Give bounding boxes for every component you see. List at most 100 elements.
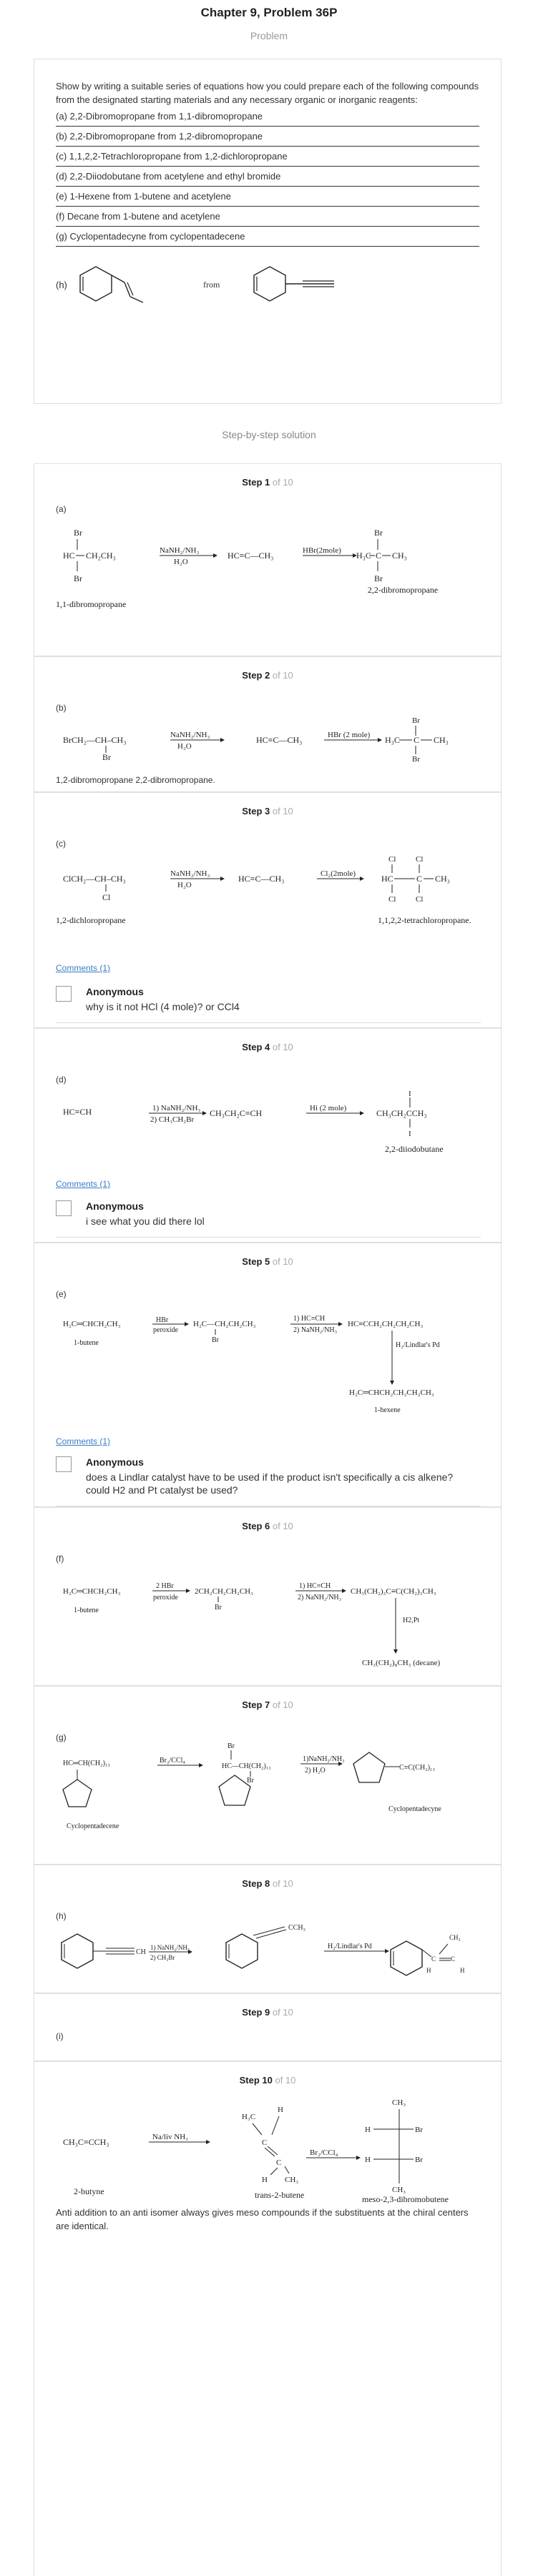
br-label: Br xyxy=(415,2156,423,2164)
br-label: Br xyxy=(74,573,82,583)
mid-label: 2CH₂CH₂CH₂CH₃ xyxy=(195,1587,253,1596)
alkyne-label: HC≡CCH₂CH₂CH₂CH₃ xyxy=(348,1320,423,1328)
step-5-reaction-icon: H₂C═CHCH₂CH₃ 1-butene HBr peroxide H₂C—C… xyxy=(63,1315,440,1414)
br-label: Br xyxy=(215,1604,222,1612)
alkyne-label: HC≡C—CH₃ xyxy=(256,735,302,745)
ch3-label: CH₃ xyxy=(285,2176,298,2184)
end-name: meso-2,3-dibromobutene xyxy=(362,2194,449,2204)
problem-box: Show by writing a suitable series of equ… xyxy=(34,59,502,404)
step-total: of 10 xyxy=(270,670,293,681)
h-label: H xyxy=(426,1967,431,1974)
comment-author: Anonymous xyxy=(86,986,144,997)
comments-link[interactable]: Comments (1) xyxy=(56,1179,110,1189)
comment: Anonymous why is it not HCl (4 mole)? or… xyxy=(56,986,481,1023)
step-number: Step 7 xyxy=(242,1699,270,1710)
reagent-label: 2) CH₃CH₂Br xyxy=(150,1115,194,1124)
comments-link[interactable]: Comments (1) xyxy=(56,1436,110,1446)
end-name: 2,2-diiodobutane xyxy=(385,1144,444,1154)
reagent-label: H₂/Lindlar's Pd xyxy=(396,1341,440,1349)
product-label: CH₃(CH₂)₈CH₃ (decane) xyxy=(362,1659,440,1667)
step-number: Step 4 xyxy=(242,1042,270,1052)
reagent-label: HBr(2mole) xyxy=(303,546,341,555)
reagent-label: 1) NaNH₂/NH₃ xyxy=(152,1104,200,1112)
br-label: Br xyxy=(102,752,111,762)
question-g: (g) Cyclopentadecyne from cyclopentadece… xyxy=(56,227,479,247)
problem-intro: Show by writing a suitable series of equ… xyxy=(56,81,479,105)
step-total: of 10 xyxy=(270,806,293,816)
reagent-label: 2) CH₃Br xyxy=(150,1954,175,1961)
product-label: C≡C(CH₂)₁₃ xyxy=(399,1764,435,1772)
avatar xyxy=(56,1456,72,1472)
h3c-label: H₃C xyxy=(356,551,371,561)
target-structure-icon xyxy=(79,266,144,303)
carbon-label: C xyxy=(451,1955,455,1963)
step-4: Step 4 of 10 (d) HC≡CH 1) NaNH₂/NH₃ 2) C… xyxy=(34,1028,502,1243)
part-label: (i) xyxy=(56,2031,64,2041)
comment: Anonymous does a Lindlar catalyst have t… xyxy=(56,1456,481,1506)
ch3-label: CH₃ xyxy=(392,2186,406,2194)
comments-link[interactable]: Comments (1) xyxy=(56,963,110,973)
part-label: (c) xyxy=(56,839,66,849)
step-6: Step 6 of 10 (f) H₂C═CHCH₂CH₃ 1-butene 2… xyxy=(34,1507,502,1686)
question-h-label: (h) xyxy=(56,279,67,290)
step-total: of 10 xyxy=(270,2007,293,2018)
br-label: Br xyxy=(374,573,383,583)
step-number: Step 2 xyxy=(242,670,270,681)
ch-label: CH xyxy=(136,1948,146,1956)
br-label: Br xyxy=(415,2126,423,2134)
chain-label: CH₂CH₃ xyxy=(86,551,116,561)
start-label: BrCH₂—CH–CH₃ xyxy=(63,735,126,745)
h-label: H xyxy=(278,2106,283,2114)
step-9-header: Step 9 of 10 xyxy=(34,1994,501,2018)
step-total: of 10 xyxy=(270,1042,293,1052)
step-1-header: Step 1 of 10 xyxy=(34,464,501,488)
product-label: CH₃CH₂CCH₃ xyxy=(376,1108,427,1118)
problem-heading: Problem xyxy=(250,30,288,41)
reagent-label: H2,Pt xyxy=(403,1617,419,1624)
step-number: Step 8 xyxy=(242,1878,270,1889)
comment-author: Anonymous xyxy=(86,1200,144,1212)
reagent-label: HBr xyxy=(156,1316,169,1324)
start-label: ClCH₂—CH–CH₃ xyxy=(63,874,126,884)
end-name: 1,1,2,2-tetrachloropropane. xyxy=(378,915,471,925)
mid-label: HC—CH(CH₂)₁₃ xyxy=(222,1762,271,1770)
carbon-label: C xyxy=(414,735,419,745)
step-2-header: Step 2 of 10 xyxy=(34,657,501,681)
i-label: I xyxy=(409,1090,411,1098)
step-8-reaction-icon: CH 1) NaNH₂/NH₃ 2) CH₃Br CCH₃ H₂/Lindlar… xyxy=(61,1924,465,1976)
start-name: 1-butene xyxy=(74,1339,99,1347)
step-7: Step 7 of 10 (g) HC═CH(CH₂)₁₃ Cyclopenta… xyxy=(34,1686,502,1865)
h-label: H xyxy=(460,1967,465,1974)
ch3-label: CH₃ xyxy=(434,735,449,745)
br-label: Br xyxy=(412,716,420,725)
end-name: 2,2-dibromopropane xyxy=(368,585,438,595)
step-8: Step 8 of 10 (h) CH 1) NaNH₂/NH₃ 2) CH₃B… xyxy=(34,1865,502,1993)
start-label: HC═CH(CH₂)₁₃ xyxy=(63,1760,110,1767)
reagent-label: 2) H₂O xyxy=(305,1767,326,1775)
cl-label: Cl xyxy=(388,855,396,864)
question-b: (b) 2,2-Dibromopropane from 1,2-dibromop… xyxy=(56,127,479,147)
reagent-label: 1) NaNH₂/NH₃ xyxy=(150,1944,190,1951)
ch3-label: CH₃ xyxy=(392,551,407,561)
alkyne-label: CH₃(CH₂)₃C≡C(CH₂)₃CH₃ xyxy=(351,1587,436,1596)
reagent-label: H₂O xyxy=(177,742,192,751)
product-label: H₂C═CHCH₂CH₂CH₂CH₃ xyxy=(349,1388,434,1397)
start-name: 1-butene xyxy=(74,1607,99,1614)
start-name: 2-butyne xyxy=(74,2186,104,2196)
part-label: (a) xyxy=(56,504,67,514)
end-name: Cyclopentadecyne xyxy=(388,1805,441,1813)
question-a: (a) 2,2-Dibromopropane from 1,1-dibromop… xyxy=(56,107,479,127)
ch3-label: CH₃ xyxy=(435,874,450,884)
comment-author: Anonymous xyxy=(86,1456,144,1468)
carbon-label: C xyxy=(262,2138,267,2147)
start-label: CH₃C≡CCH₃ xyxy=(63,2137,109,2147)
step-10-header: Step 10 of 10 xyxy=(34,2062,501,2086)
start-label: H₂C═CHCH₂CH₃ xyxy=(63,1587,121,1596)
start-name: 1,2-dichloropropane xyxy=(56,915,126,925)
step-number: Step 5 xyxy=(242,1256,270,1267)
start-name: 1,1-dibromopropane xyxy=(56,599,126,609)
br-label: Br xyxy=(74,528,82,538)
step-6-reaction-icon: H₂C═CHCH₂CH₃ 1-butene 2 HBr peroxide 2CH… xyxy=(63,1582,440,1667)
reagent-label: 2) NaNH₂/NH₃ xyxy=(298,1594,341,1602)
reagent-label: NaNH₂/NH₃ xyxy=(160,546,199,555)
